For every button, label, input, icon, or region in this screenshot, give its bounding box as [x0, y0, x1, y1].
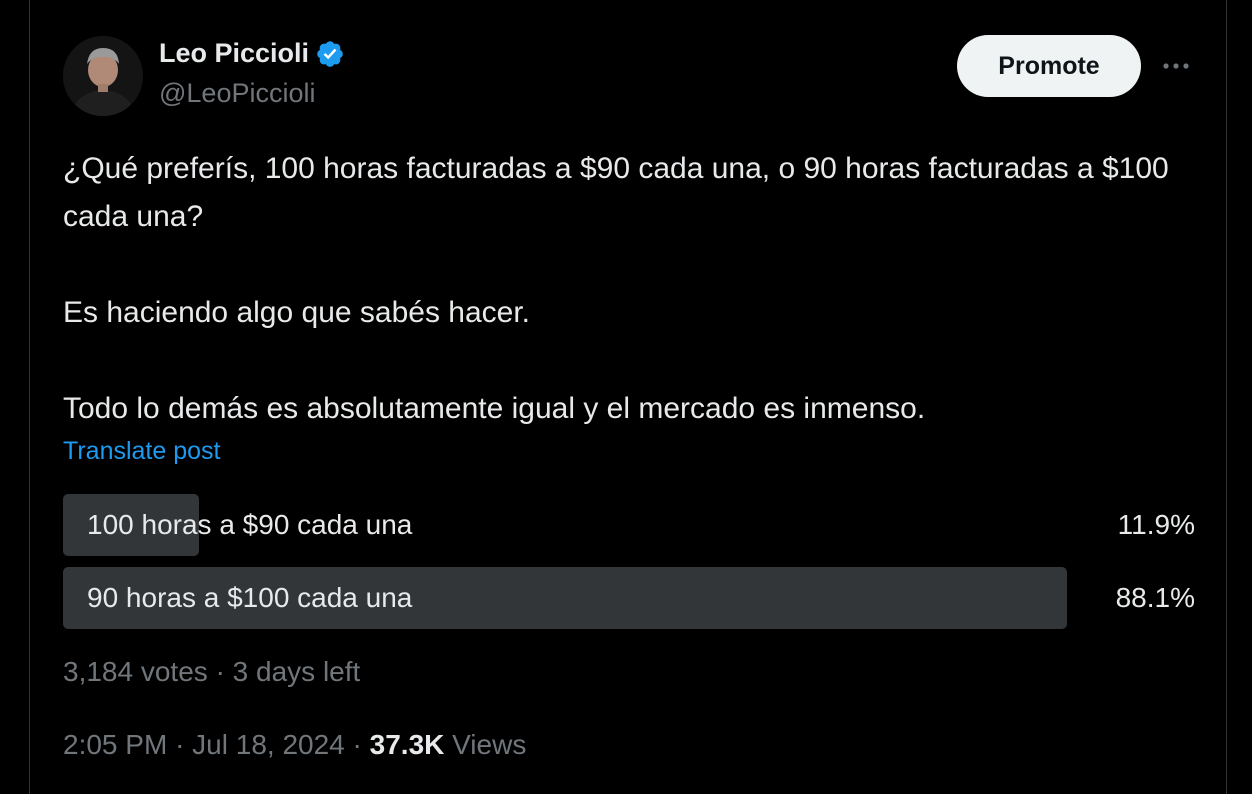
author-name-text: Leo Piccioli [159, 38, 310, 68]
poll-option-label: 90 horas a $100 cada una [87, 582, 413, 613]
post-paragraph: ¿Qué preferís, 100 horas facturadas a $9… [63, 152, 1169, 233]
poll-option-label: 100 horas a $90 cada una [87, 509, 413, 540]
poll-time-left: 3 days left [232, 656, 361, 687]
avatar[interactable] [63, 36, 143, 116]
post-paragraph: Todo lo demás es absolutamente igual y e… [63, 392, 926, 425]
views-count[interactable]: 37.3K [370, 729, 445, 760]
avatar-portrait-icon [63, 36, 143, 116]
poll-option-percent: 11.9% [1117, 509, 1195, 540]
post-timestamp-row: 2:05 PM · Jul 18, 2024 · 37.3K Views [63, 729, 526, 761]
translate-post-link[interactable]: Translate post [63, 437, 220, 466]
poll-separator: · [215, 656, 225, 687]
promote-button[interactable]: Promote [957, 35, 1141, 97]
verified-badge-icon[interactable] [315, 39, 345, 69]
poll-votes: 3,184 votes [63, 656, 208, 687]
poll-option-1[interactable]: 100 horas a $90 cada una 11.9% [63, 494, 1203, 556]
post-date[interactable]: Jul 18, 2024 [192, 729, 345, 760]
more-horizontal-icon[interactable] [1158, 54, 1194, 78]
views-label: Views [452, 729, 527, 760]
poll-option-percent: 88.1% [1115, 582, 1195, 613]
timeline-border-left [29, 0, 30, 794]
author-name[interactable]: Leo Piccioli [159, 38, 345, 69]
meta-separator: · [352, 729, 362, 760]
author-handle[interactable]: @LeoPiccioli [159, 78, 315, 109]
poll-option-2[interactable]: 90 horas a $100 cada una 88.1% [63, 567, 1203, 629]
poll-meta: 3,184 votes · 3 days left [63, 656, 360, 688]
post-time[interactable]: 2:05 PM [63, 729, 167, 760]
timeline-border-right [1226, 0, 1227, 794]
post-text: ¿Qué preferís, 100 horas facturadas a $9… [63, 145, 1203, 433]
post-paragraph: Es haciendo algo que sabés hacer. [63, 296, 531, 329]
meta-separator: · [175, 729, 185, 760]
